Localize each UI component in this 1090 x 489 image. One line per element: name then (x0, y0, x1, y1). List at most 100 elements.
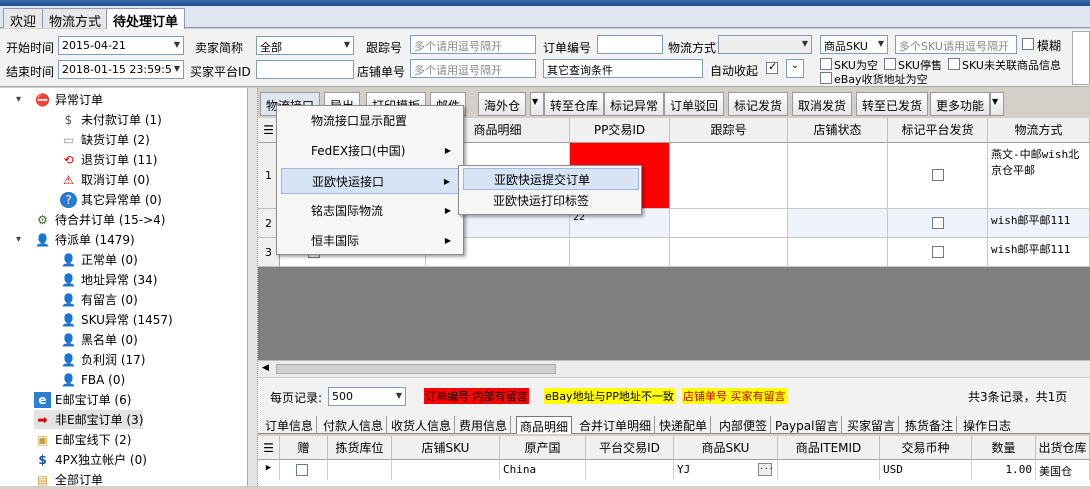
shipping-select[interactable] (718, 35, 812, 54)
scroll-left-icon[interactable]: ◀ (262, 363, 269, 373)
tree-normal[interactable]: 👤 正常单 (0) (60, 250, 138, 269)
horizontal-scrollbar[interactable]: ◀ (258, 360, 1090, 377)
tab-buyer-message[interactable]: 买家留言 (844, 416, 900, 434)
order-no-input[interactable] (597, 35, 663, 54)
start-time-input[interactable]: 2015-04-21 (58, 36, 184, 55)
bottom-grid-menu-icon[interactable]: ☰ (258, 436, 280, 460)
fuzzy-checkbox[interactable] (1022, 38, 1034, 50)
tab-internal-note[interactable]: 内部便签 (716, 416, 772, 434)
tab-receiver-info[interactable]: 收货人信息 (388, 416, 456, 434)
tab-order-info[interactable]: 订单信息 (262, 416, 318, 434)
platform-id-input[interactable] (256, 60, 354, 79)
reject-order-button[interactable]: 订单驳回 (664, 92, 725, 116)
tab-picking-note[interactable]: 拣货备注 (902, 416, 958, 434)
tree-merge[interactable]: ⚙ 待合并订单 (15->4) (34, 210, 165, 229)
mark-platform-checkbox[interactable] (932, 169, 944, 181)
header-gift[interactable]: 赠 (280, 436, 328, 460)
header-warehouse[interactable]: 出货仓库 (1036, 436, 1090, 460)
tree-sku-abnormal[interactable]: 👤 SKU异常 (1457) (60, 310, 173, 329)
to-warehouse-button[interactable]: 转至仓库 (544, 92, 605, 116)
tree-blacklist[interactable]: 👤 黑名单 (0) (60, 330, 138, 349)
header-product-sku[interactable]: 商品SKU (674, 436, 778, 460)
tree-fba[interactable]: 👤 FBA (0) (60, 370, 125, 389)
tab-product-detail[interactable]: 商品明细 (516, 416, 573, 434)
menu-yaou-submit-order[interactable]: 亚欧快运提交订单 (463, 168, 639, 190)
header-pick-location[interactable]: 拣货库位 (328, 436, 392, 460)
mark-platform-checkbox[interactable] (932, 246, 944, 258)
tree-abnormal-orders[interactable]: ⛔ 异常订单 (34, 90, 103, 109)
tree-dispatch[interactable]: 👤 待派单 (1479) (34, 230, 135, 249)
tab-operation-log[interactable]: 操作日志 (960, 416, 1014, 434)
header-quantity[interactable]: 数量 (972, 436, 1036, 460)
tracking-input[interactable]: 多个请用逗号隔开 (410, 35, 536, 54)
header-tracking[interactable]: 跟踪号 (670, 118, 788, 143)
tree-ebao[interactable]: e E邮宝订单 (6) (34, 390, 131, 409)
header-item-id[interactable]: 商品ITEMID (778, 436, 880, 460)
tree-has-message[interactable]: 👤 有留言 (0) (60, 290, 138, 309)
tab-paypal-message[interactable]: Paypal留言 (772, 416, 843, 434)
per-page-select[interactable]: 500 (328, 387, 406, 406)
sku-picker-button[interactable]: ··· (758, 463, 773, 476)
seller-select[interactable]: 全部 (256, 36, 354, 55)
gift-checkbox[interactable] (296, 464, 308, 476)
menu-yaou-express[interactable]: 亚欧快运接口 ▶ (281, 168, 459, 194)
to-shipped-button[interactable]: 转至已发货 (856, 92, 929, 116)
tab-merge-detail[interactable]: 合并订单明细 (576, 416, 656, 434)
cell-store-status (788, 143, 888, 209)
header-store-sku[interactable]: 店铺SKU (392, 436, 500, 460)
tree-ebao-offline[interactable]: ▣ E邮宝线下 (2) (34, 430, 132, 449)
header-platform-txn[interactable]: 平台交易ID (586, 436, 674, 460)
store-order-input[interactable]: 多个请用逗号隔开 (410, 59, 536, 78)
ebay-empty-checkbox[interactable] (820, 72, 832, 84)
tab-payer-info[interactable]: 付款人信息 (320, 416, 388, 434)
tree-returned[interactable]: ⟲ 退货订单 (11) (60, 150, 157, 169)
overseas-dropdown-icon[interactable]: ▼ (530, 92, 544, 116)
tree-negative-profit[interactable]: 👤 负利润 (17) (60, 350, 145, 369)
other-query-button[interactable]: 其它查询条件 (543, 59, 703, 78)
splitter[interactable] (248, 88, 258, 486)
mark-shipped-button[interactable]: 标记发货 (728, 92, 789, 116)
menu-hengfeng[interactable]: 恒丰国际 ▶ (281, 228, 459, 254)
menu-fedex[interactable]: FedEX接口(中国) ▶ (281, 138, 459, 164)
tree-non-ebao[interactable]: ➡ 非E邮宝订单 (3) (34, 410, 144, 429)
tab-welcome[interactable]: 欢迎 (3, 8, 44, 30)
sku-empty-checkbox[interactable] (820, 58, 832, 70)
tab-shipping-methods[interactable]: 物流方式 (42, 8, 109, 30)
tree-address-abnormal[interactable]: 👤 地址异常 (34) (60, 270, 157, 289)
overseas-warehouse-button[interactable]: 海外仓 (478, 92, 527, 116)
tree-4px[interactable]: $4PX独立帐户 (0) (34, 450, 147, 469)
scroll-thumb[interactable] (276, 364, 556, 374)
end-time-input[interactable]: 2018-01-15 23:59:5 (58, 60, 184, 79)
menu-mingzhi[interactable]: 铭志国际物流 ▶ (281, 198, 459, 224)
gear-icon: ⚙ (37, 212, 48, 227)
tab-express[interactable]: 快递配单 (656, 416, 712, 434)
tree-cancelled[interactable]: ⚠ 取消订单 (0) (60, 170, 150, 189)
cancel-shipment-button[interactable]: 取消发货 (792, 92, 853, 116)
folder-icon: ▤ (36, 472, 49, 487)
header-pp-id[interactable]: PP交易ID (570, 118, 670, 143)
menu-display-config[interactable]: 物流接口显示配置 (281, 108, 459, 134)
tab-fee-info[interactable]: 费用信息 (456, 416, 512, 434)
header-currency[interactable]: 交易币种 (880, 436, 972, 460)
header-origin[interactable]: 原产国 (500, 436, 586, 460)
tree-unpaid[interactable]: $ 未付款订单 (1) (60, 110, 162, 129)
sku-stop-checkbox[interactable] (884, 58, 896, 70)
header-shipping[interactable]: 物流方式 (988, 118, 1090, 143)
more-functions-button[interactable]: 更多功能 (930, 92, 991, 116)
mark-platform-checkbox[interactable] (932, 217, 944, 229)
more-dropdown-icon[interactable]: ▼ (990, 92, 1004, 116)
header-store-status[interactable]: 店铺状态 (788, 118, 888, 143)
tree-other-abnormal[interactable]: ? 其它异常单 (0) (60, 190, 162, 209)
mark-abnormal-button[interactable]: 标记异常 (604, 92, 665, 116)
header-mark-platform[interactable]: 标记平台发货 (888, 118, 988, 143)
collapse-toggle-icon[interactable]: ⌄ (786, 59, 804, 78)
user-icon: 👤 (61, 252, 76, 267)
menu-yaou-print-label[interactable]: 亚欧快运打印标签 (463, 190, 639, 212)
tree-out-of-stock[interactable]: ▭ 缺货订单 (2) (60, 130, 150, 149)
sku-input[interactable]: 多个SKU请用逗号隔开 (895, 35, 1017, 54)
sku-unlinked-checkbox[interactable] (948, 58, 960, 70)
tab-pending-orders[interactable]: 待处理订单 (106, 8, 186, 30)
sku-select[interactable]: 商品SKU (820, 35, 888, 54)
auto-collapse-checkbox[interactable] (766, 60, 778, 74)
tree-all-orders[interactable]: ▤ 全部订单 (34, 470, 103, 489)
